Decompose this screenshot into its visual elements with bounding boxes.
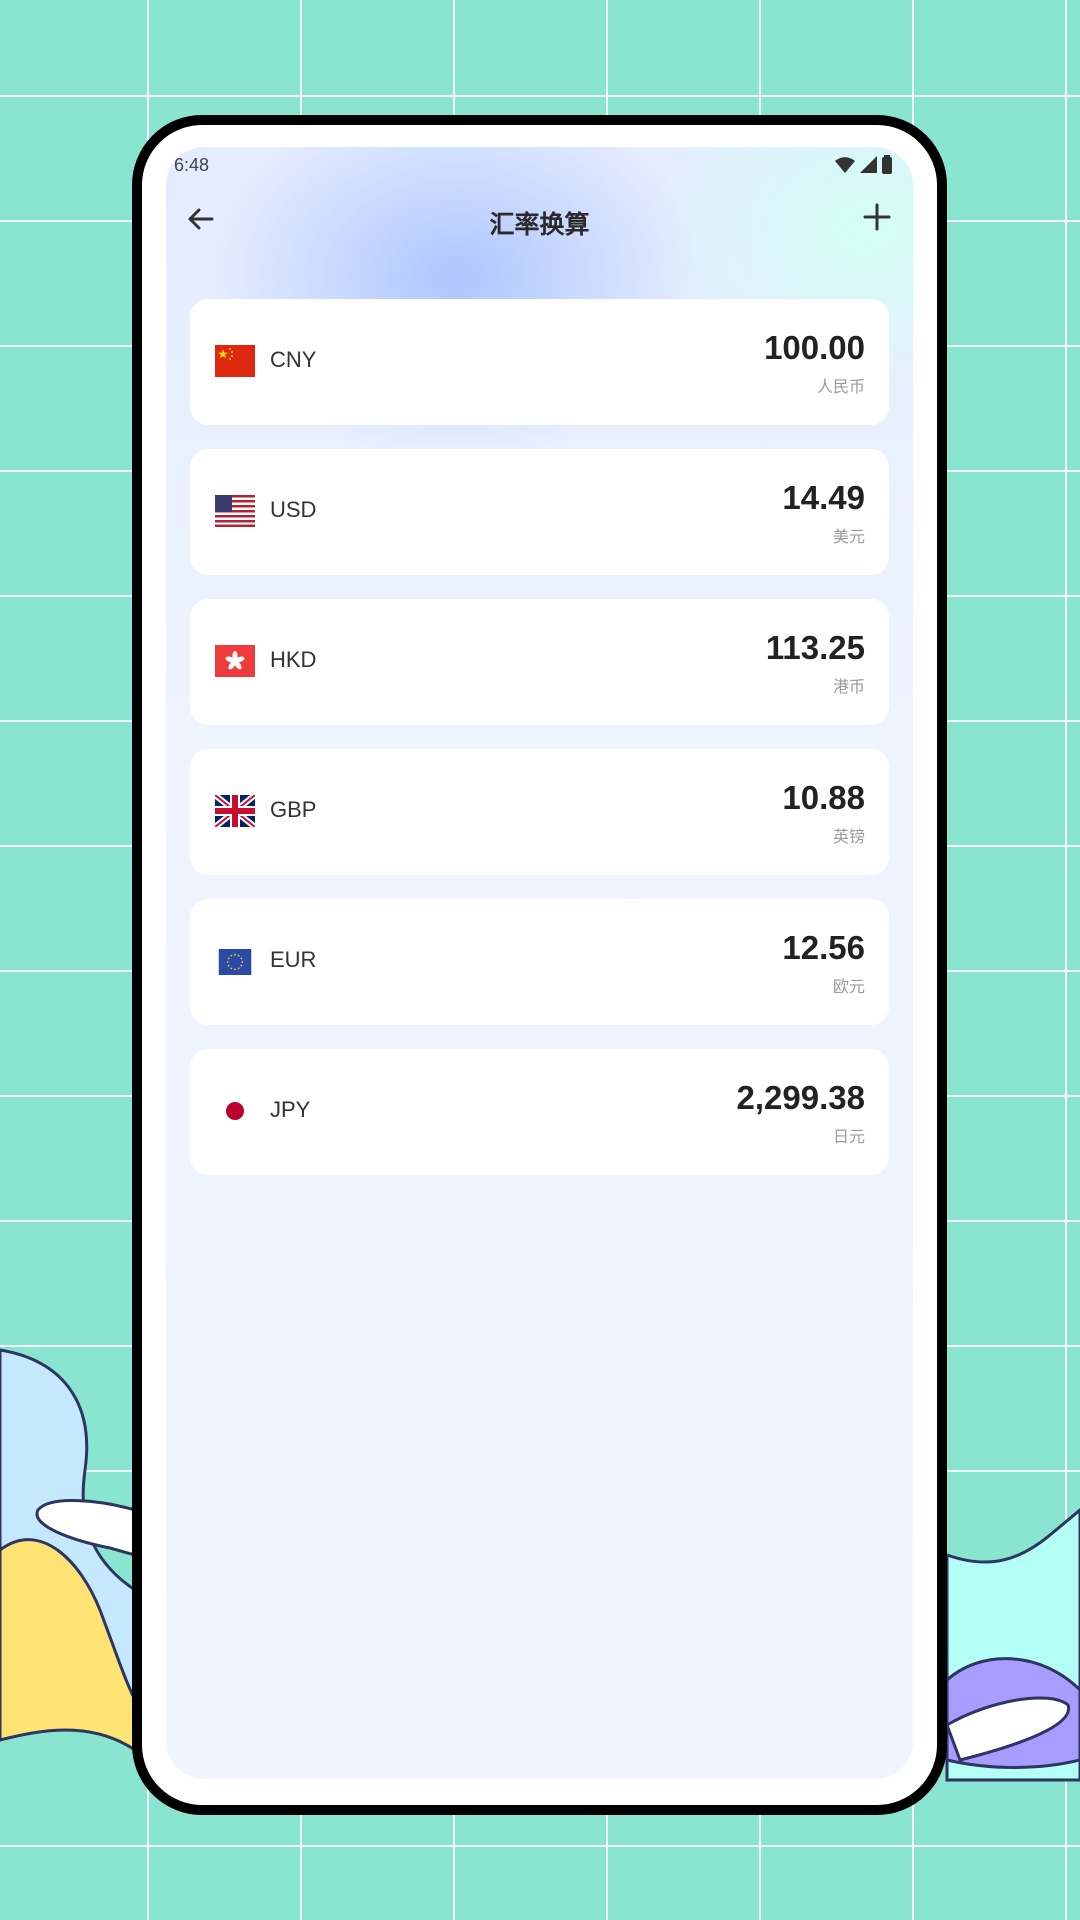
currency-amount: 14.49: [782, 479, 865, 516]
currency-card-cny[interactable]: CNY 100.00 人民币: [190, 299, 889, 425]
status-icons: [835, 155, 893, 175]
currency-code: JPY: [270, 1097, 311, 1122]
currency-card-hkd[interactable]: HKD 113.25 港币: [190, 599, 889, 725]
status-time: 6:48: [174, 155, 210, 175]
uk-flag-icon: [215, 795, 255, 827]
currency-amount: 113.25: [765, 629, 865, 666]
currency-name: 英镑: [832, 829, 865, 846]
japan-flag-icon: [215, 1095, 255, 1127]
currency-amount: 12.56: [782, 929, 865, 966]
currency-name: 人民币: [816, 379, 865, 396]
china-flag-icon: [215, 345, 255, 377]
currency-amount: 100.00: [764, 329, 865, 366]
signal-icon: [860, 156, 877, 173]
currency-code: USD: [270, 497, 317, 522]
currency-name: 美元: [832, 529, 865, 546]
currency-name: 欧元: [832, 979, 865, 996]
usa-flag-icon: [215, 495, 255, 527]
currency-card-usd[interactable]: USD 14.49 美元: [190, 449, 889, 575]
plus-icon[interactable]: [857, 197, 897, 237]
currency-code: CNY: [270, 347, 317, 372]
currency-name: 港币: [832, 679, 865, 696]
page-title: 汇率换算: [489, 211, 590, 239]
currency-code: HKD: [270, 647, 317, 672]
hong-kong-flag-icon: [215, 645, 255, 677]
wifi-icon: [835, 157, 855, 173]
currency-code: GBP: [270, 797, 317, 822]
currency-amount: 10.88: [782, 779, 865, 816]
app-screen: 6:48 汇率换算 CNY 100.00 人民币 USD 14.49 美元 HK…: [166, 147, 913, 1779]
currency-card-gbp[interactable]: GBP 10.88 英镑: [190, 749, 889, 875]
currency-card-jpy[interactable]: JPY 2,299.38 日元: [190, 1049, 889, 1175]
battery-icon: [882, 155, 892, 174]
eu-flag-icon: [218, 949, 252, 975]
currency-name: 日元: [832, 1129, 865, 1146]
currency-code: EUR: [270, 947, 317, 972]
currency-amount: 2,299.38: [736, 1079, 865, 1116]
currency-card-eur[interactable]: EUR 12.56 欧元: [190, 899, 889, 1025]
